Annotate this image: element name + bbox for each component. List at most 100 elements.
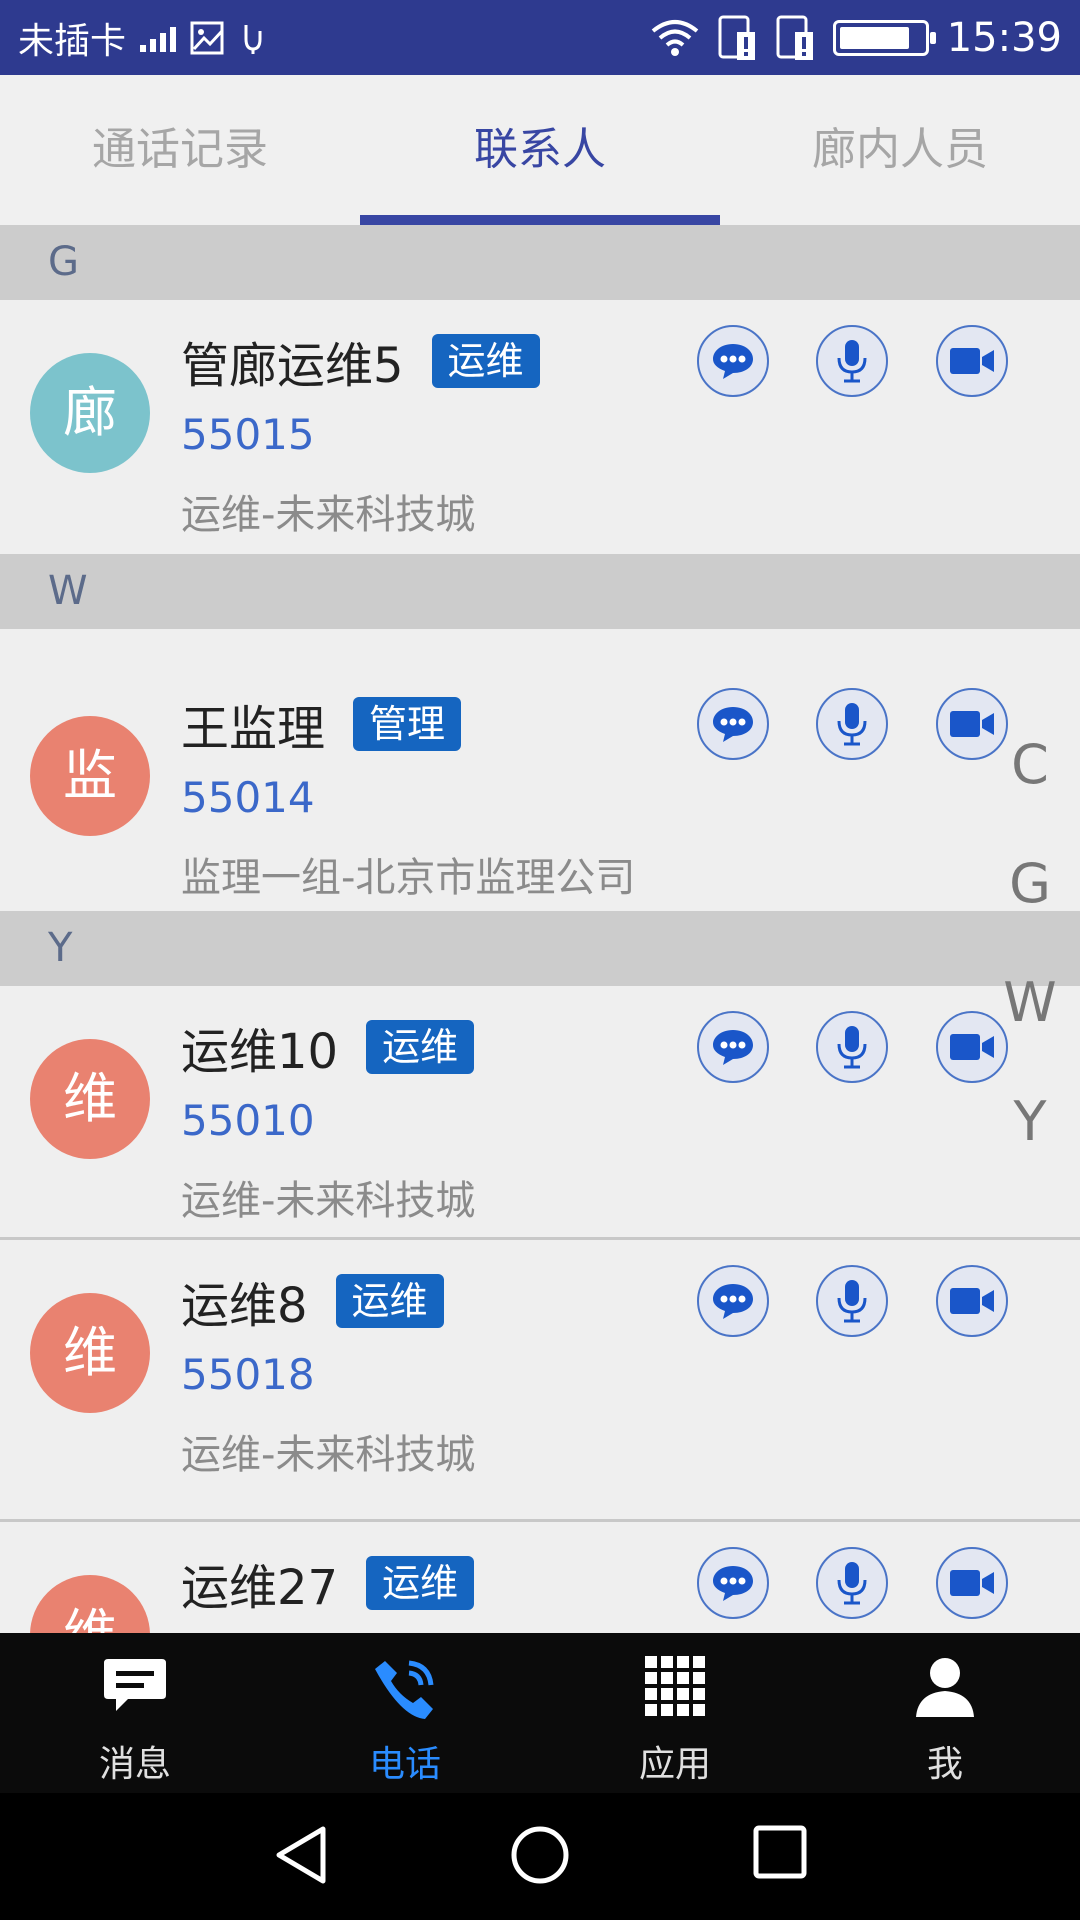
microphone-icon — [837, 703, 867, 746]
contact-name: 王监理 — [181, 701, 326, 757]
contact-name: 运维27 — [181, 1560, 339, 1616]
sim1-icon — [718, 15, 755, 60]
index-letter-c[interactable]: C — [1000, 733, 1060, 796]
tab-bar: 通话记录 联系人 廊内人员 — [0, 75, 1080, 225]
role-badge: 运维 — [335, 1274, 444, 1328]
contact-department: 运维-未来科技城 — [181, 492, 476, 538]
video-camera-icon — [950, 1034, 994, 1060]
video-call-button[interactable] — [936, 1011, 1008, 1083]
contact-name: 运维8 — [181, 1278, 308, 1334]
index-letter-y[interactable]: Y — [1000, 1090, 1060, 1153]
phone-icon — [375, 1660, 434, 1719]
contact-row[interactable]: 监王监理 管理 55014 监理一组-北京市监理公司 — [0, 629, 1080, 911]
section-header-y: Y — [0, 911, 1080, 986]
chat-bubble-icon — [713, 1566, 753, 1601]
tab-contacts[interactable]: 联系人 — [360, 75, 720, 225]
sim2-icon — [776, 15, 813, 60]
nav-messages-label: 消息 — [98, 1744, 171, 1785]
role-badge: 运维 — [431, 334, 540, 388]
contact-name-row: 运维8 运维 — [181, 1266, 444, 1336]
nav-me[interactable]: 我 — [810, 1633, 1080, 1793]
chat-bubble-icon — [713, 1030, 753, 1065]
video-camera-icon — [950, 711, 994, 737]
contact-name: 管廊运维5 — [181, 338, 404, 394]
avatar: 维 — [30, 1575, 150, 1633]
video-call-button[interactable] — [936, 325, 1008, 397]
contact-number: 55018 — [181, 1350, 315, 1399]
video-call-button[interactable] — [936, 1265, 1008, 1337]
section-header-w: W — [0, 554, 1080, 629]
nav-phone[interactable]: 电话 — [270, 1633, 540, 1793]
contact-department: 运维-未来科技城 — [181, 1432, 476, 1478]
role-badge: 管理 — [353, 697, 462, 751]
message-button[interactable] — [697, 1547, 769, 1619]
nav-apps[interactable]: 应用 — [540, 1633, 810, 1793]
message-button[interactable] — [697, 688, 769, 760]
signal-icon — [140, 24, 177, 52]
battery-icon — [832, 19, 936, 56]
message-icon — [104, 1659, 166, 1711]
back-icon[interactable] — [273, 1825, 329, 1885]
avatar: 监 — [30, 716, 150, 836]
tab-call-history[interactable]: 通话记录 — [0, 75, 360, 225]
person-icon — [916, 1658, 974, 1717]
chat-bubble-icon — [713, 707, 753, 742]
microphone-icon — [837, 1562, 867, 1605]
contact-row[interactable]: 维运维27 运维 — [0, 1522, 1080, 1633]
contact-number: 55014 — [181, 773, 315, 822]
carrier-label: 未插卡 — [18, 20, 127, 62]
nav-me-label: 我 — [926, 1744, 963, 1785]
contact-row[interactable]: 维运维10 运维 55010 运维-未来科技城 — [0, 986, 1080, 1240]
avatar: 廊 — [30, 353, 150, 473]
index-letter-g[interactable]: G — [1000, 852, 1060, 915]
video-call-button[interactable] — [936, 1547, 1008, 1619]
voice-call-button[interactable] — [816, 325, 888, 397]
contact-number: 55010 — [181, 1096, 315, 1145]
wifi-icon — [651, 19, 698, 56]
contact-row[interactable]: 维运维8 运维 55018 运维-未来科技城 — [0, 1240, 1080, 1522]
voice-call-button[interactable] — [816, 1011, 888, 1083]
contact-name: 运维10 — [181, 1024, 339, 1080]
avatar: 维 — [30, 1039, 150, 1159]
contact-department: 监理一组-北京市监理公司 — [181, 855, 636, 901]
clock: 15:39 — [946, 14, 1062, 61]
message-button[interactable] — [697, 1265, 769, 1337]
contact-name-row: 王监理 管理 — [181, 689, 462, 759]
status-bar: 未插卡 15:39 — [0, 0, 1080, 75]
message-button[interactable] — [697, 325, 769, 397]
contact-row[interactable]: 廊管廊运维5 运维 55015 运维-未来科技城 — [0, 300, 1080, 554]
apps-grid-icon — [645, 1656, 705, 1716]
microphone-icon — [837, 1280, 867, 1323]
system-nav-bar — [0, 1793, 1080, 1920]
nav-messages[interactable]: 消息 — [0, 1633, 270, 1793]
contact-name-row: 运维27 运维 — [181, 1548, 475, 1618]
contact-name-row: 管廊运维5 运维 — [181, 326, 540, 396]
video-camera-icon — [950, 348, 994, 374]
voice-call-button[interactable] — [816, 1547, 888, 1619]
section-header-g: G — [0, 225, 1080, 300]
chat-bubble-icon — [713, 1284, 753, 1319]
image-notification-icon — [190, 21, 224, 54]
contact-list[interactable]: G 廊管廊运维5 运维 55015 运维-未来科技城 W 监王监理 管理 55014 监理一组-北… — [0, 225, 1080, 1633]
bottom-nav: 消息 电话 应用 我 — [0, 1633, 1080, 1793]
avatar: 维 — [30, 1293, 150, 1413]
home-icon[interactable] — [510, 1825, 570, 1885]
microphone-icon — [837, 1026, 867, 1069]
video-camera-icon — [950, 1570, 994, 1596]
tab-gallery-personnel[interactable]: 廊内人员 — [720, 75, 1080, 225]
video-camera-icon — [950, 1288, 994, 1314]
message-button[interactable] — [697, 1011, 769, 1083]
video-call-button[interactable] — [936, 688, 1008, 760]
role-badge: 运维 — [366, 1556, 475, 1610]
voice-call-button[interactable] — [816, 1265, 888, 1337]
voice-call-button[interactable] — [816, 688, 888, 760]
index-letter-w[interactable]: W — [1000, 971, 1060, 1034]
nav-apps-label: 应用 — [638, 1744, 711, 1785]
contact-number: 55015 — [181, 410, 315, 459]
contact-department: 运维-未来科技城 — [181, 1178, 476, 1224]
microphone-icon — [837, 340, 867, 383]
chat-bubble-icon — [713, 344, 753, 379]
role-badge: 运维 — [366, 1020, 475, 1074]
usb-icon — [244, 24, 262, 54]
recents-icon[interactable] — [753, 1825, 807, 1879]
